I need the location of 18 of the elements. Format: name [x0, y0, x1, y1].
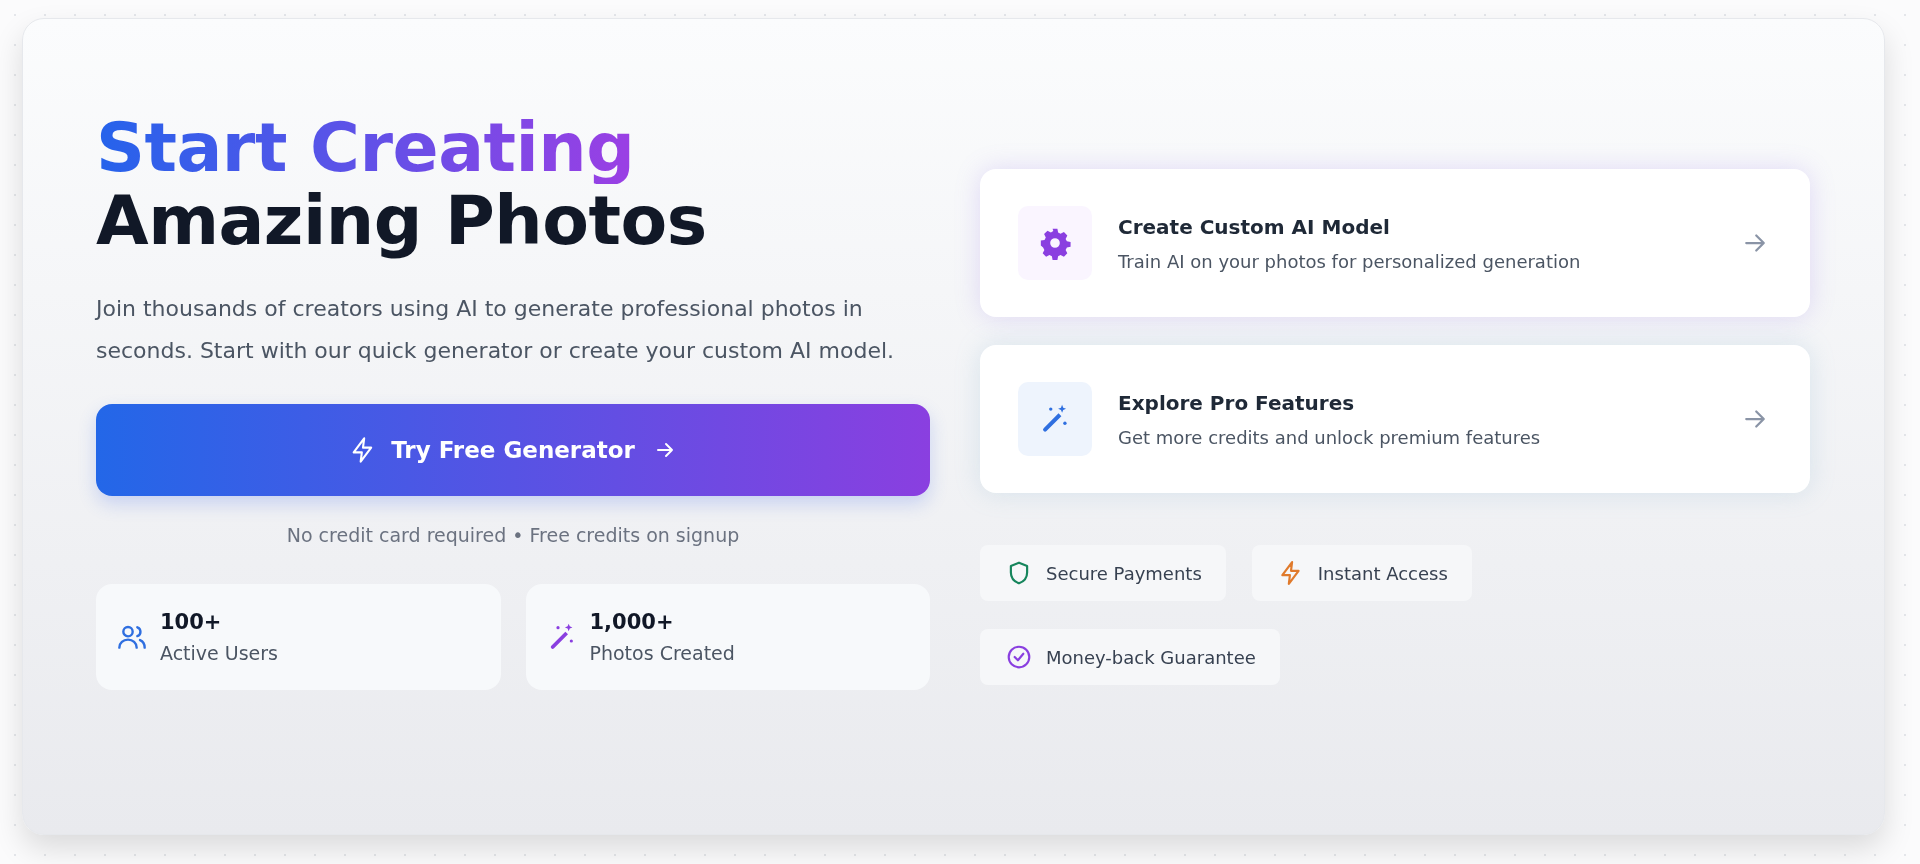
description: Join thousands of creators using AI to generate professional photos in seconds. Start with our quick generator or create your custom AI model.	[96, 294, 896, 365]
feature-title: Create Custom AI Model	[1118, 214, 1391, 239]
try-generator-button[interactable]: Try Free Generator	[96, 404, 930, 497]
signup-note: No credit card required • Free credits on signup	[285, 524, 741, 547]
stat-value: 1,000+	[589, 610, 675, 635]
stat-label: Active Users	[160, 642, 279, 665]
stat-label: Photos Created	[589, 642, 735, 665]
feature-card[interactable]: Explore Pro Features Get more credits and unlock premium features	[980, 345, 1810, 493]
badge-label: Instant Access	[1317, 562, 1448, 584]
badge-label: Money-back Guarantee	[1046, 646, 1256, 668]
feature-title: Explore Pro Features	[1118, 390, 1356, 415]
gear-icon	[1038, 226, 1072, 260]
stat-value: 100+	[160, 610, 223, 635]
feature-subtitle: Train AI on your photos for personalized generation	[1118, 250, 1582, 272]
feature-card[interactable]: Create Custom AI Model Train AI on your photos for personalized generation	[980, 169, 1810, 317]
headline: Amazing Photos	[96, 184, 707, 258]
feature-subtitle: Get more credits and unlock premium features	[1118, 426, 1542, 448]
badge-label: Secure Payments	[1046, 562, 1202, 584]
